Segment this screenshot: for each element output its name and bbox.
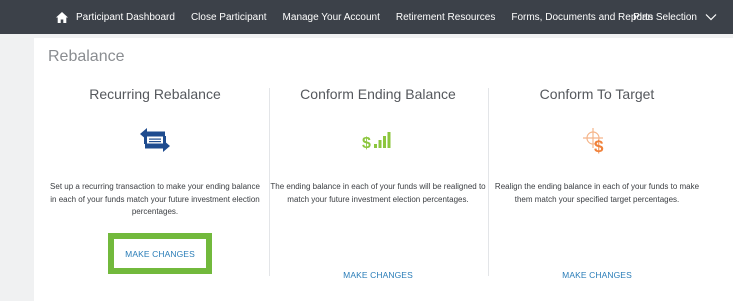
card-description-conform-ending-balance: The ending balance in each of your funds… bbox=[270, 182, 486, 204]
card-title-recurring-rebalance: Recurring Rebalance bbox=[89, 86, 221, 102]
svg-text:$: $ bbox=[362, 135, 371, 152]
highlighted-make-changes-box: MAKE CHANGES bbox=[108, 233, 212, 274]
svg-text:$: $ bbox=[594, 137, 604, 154]
card-description-conform-to-target: Realign the ending balance in each of yo… bbox=[494, 182, 700, 204]
card-conform-to-target: Conform To Target $ Realign the ending b… bbox=[482, 86, 712, 286]
page-title: Rebalance bbox=[48, 48, 125, 65]
nav-participant-dashboard-label: Participant Dashboard bbox=[76, 11, 175, 23]
nav-manage-your-account[interactable]: Manage Your Account bbox=[283, 12, 380, 23]
card-conform-ending-balance: Conform Ending Balance $ The ending bala… bbox=[263, 86, 493, 286]
recurring-rebalance-icon bbox=[140, 128, 170, 152]
dollar-bars-icon: $ bbox=[362, 132, 391, 152]
top-navigation-bar: Participant Dashboard Close Participant … bbox=[0, 0, 733, 34]
card-title-conform-ending-balance: Conform Ending Balance bbox=[300, 86, 456, 102]
card-description-recurring-rebalance: Set up a recurring transaction to make y… bbox=[50, 182, 260, 216]
nav-close-participant[interactable]: Close Participant bbox=[191, 12, 267, 23]
plan-selection-label: Plan Selection bbox=[633, 11, 697, 23]
home-icon bbox=[56, 11, 68, 23]
plan-selection-dropdown[interactable]: Plan Selection bbox=[633, 12, 717, 23]
make-changes-link-conform-ending-balance[interactable]: MAKE CHANGES bbox=[343, 270, 413, 280]
nav-forms-documents-reports[interactable]: Forms, Documents and Reports bbox=[511, 12, 653, 23]
nav-participant-dashboard[interactable]: Participant Dashboard bbox=[56, 11, 175, 23]
make-changes-link-recurring-rebalance[interactable]: MAKE CHANGES bbox=[125, 249, 195, 259]
chevron-down-icon bbox=[705, 14, 717, 21]
nav-retirement-resources[interactable]: Retirement Resources bbox=[396, 12, 495, 23]
make-changes-link-conform-to-target[interactable]: MAKE CHANGES bbox=[562, 270, 632, 280]
dollar-target-icon: $ bbox=[583, 128, 604, 154]
rebalance-panel: Rebalance Recurring Rebalance Set up a r… bbox=[34, 38, 733, 301]
card-title-conform-to-target: Conform To Target bbox=[539, 86, 655, 102]
